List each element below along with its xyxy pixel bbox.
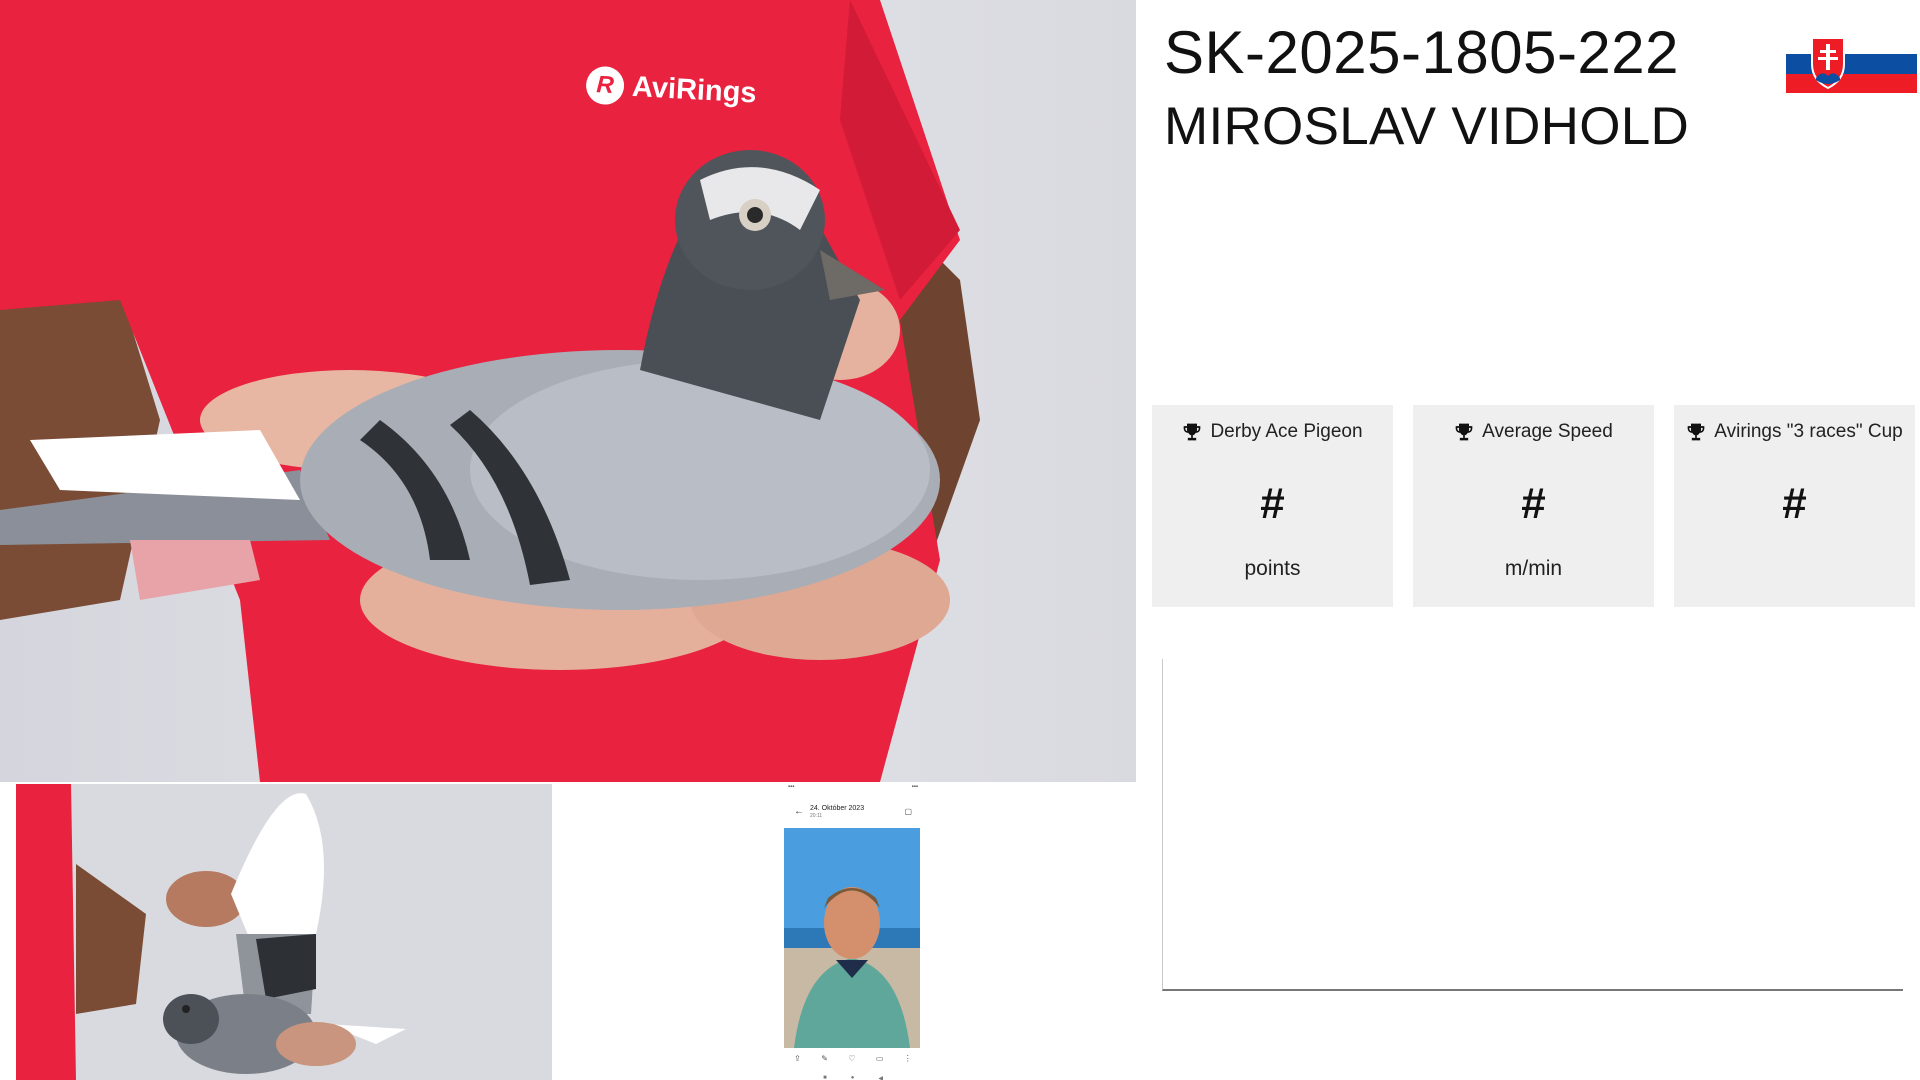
thumbnail-owner-photo[interactable]: ▪▪▪ ▪▪▪ ← 24. Október 2023 20:11 ▢ ⇪ ✎ ♡… xyxy=(784,784,922,1080)
avirings-logo-icon: R xyxy=(585,65,626,106)
trophy-icon xyxy=(1184,423,1201,441)
stat-card-derby-ace[interactable]: Derby Ace Pigeon # points xyxy=(1152,405,1393,607)
trophy-icon xyxy=(1687,423,1705,441)
phone-status-bar: ▪▪▪ ▪▪▪ xyxy=(784,784,922,794)
lock-icon: ▢ xyxy=(904,806,912,816)
phone-date: 24. Október 2023 xyxy=(810,804,865,812)
stat-title: Average Speed xyxy=(1482,421,1613,442)
edit-icon: ✎ xyxy=(821,1054,828,1063)
stat-card-header: Avirings "3 races" Cup xyxy=(1674,421,1915,443)
stat-card-3-races-cup[interactable]: Avirings "3 races" Cup # xyxy=(1674,405,1915,607)
thumbnail-wing-photo[interactable] xyxy=(16,784,552,1080)
shirt-logo-text: AviRings xyxy=(631,70,758,109)
stat-value: # xyxy=(1521,479,1546,528)
owner-portrait xyxy=(784,828,920,1048)
stat-value: # xyxy=(1260,479,1285,528)
wing-photo-illustration xyxy=(16,784,552,1080)
stat-value: # xyxy=(1782,479,1807,528)
stat-unit: m/min xyxy=(1504,557,1563,580)
owner-name: MIROSLAV VIDHOLD xyxy=(1164,97,1690,156)
pigeon-ring-id: SK-2025-1805-222 xyxy=(1164,19,1680,86)
main-pigeon-photo[interactable]: R AviRings xyxy=(0,0,1136,782)
stat-card-header: Derby Ace Pigeon xyxy=(1152,421,1393,443)
stat-card-average-speed[interactable]: Average Speed # m/min xyxy=(1413,405,1654,607)
more-icon: ⋮ xyxy=(903,1054,912,1063)
trophy-icon xyxy=(1455,423,1473,441)
stat-card-header: Average Speed xyxy=(1413,421,1654,443)
phone-status-right: ▪▪▪ xyxy=(911,784,918,790)
trash-icon: ▭ xyxy=(875,1054,884,1063)
stat-title: Avirings "3 races" Cup xyxy=(1714,421,1903,442)
back-arrow-icon: ← xyxy=(794,805,804,817)
heart-icon: ♡ xyxy=(848,1054,856,1063)
nav-recent-icon: ■ xyxy=(823,1075,827,1080)
phone-nav-bar: ■ ● ◀ xyxy=(784,1075,922,1080)
nav-home-icon: ● xyxy=(850,1075,855,1080)
nav-back-icon: ◀ xyxy=(878,1076,883,1080)
stat-unit: points xyxy=(1244,557,1301,580)
owner-portrait-illustration xyxy=(784,828,920,1048)
share-icon: ⇪ xyxy=(794,1054,801,1063)
phone-time: 20:11 xyxy=(810,812,823,819)
phone-action-bar: ⇪ ✎ ♡ ▭ ⋮ xyxy=(784,1054,922,1063)
phone-status-left: ▪▪▪ xyxy=(788,784,795,790)
stat-title: Derby Ace Pigeon xyxy=(1210,421,1363,442)
results-panel xyxy=(1162,659,1903,991)
pigeon-held-illustration xyxy=(0,0,980,782)
phone-header: ← 24. Október 2023 20:11 ▢ xyxy=(784,794,922,828)
slovakia-flag-icon xyxy=(1786,34,1917,93)
